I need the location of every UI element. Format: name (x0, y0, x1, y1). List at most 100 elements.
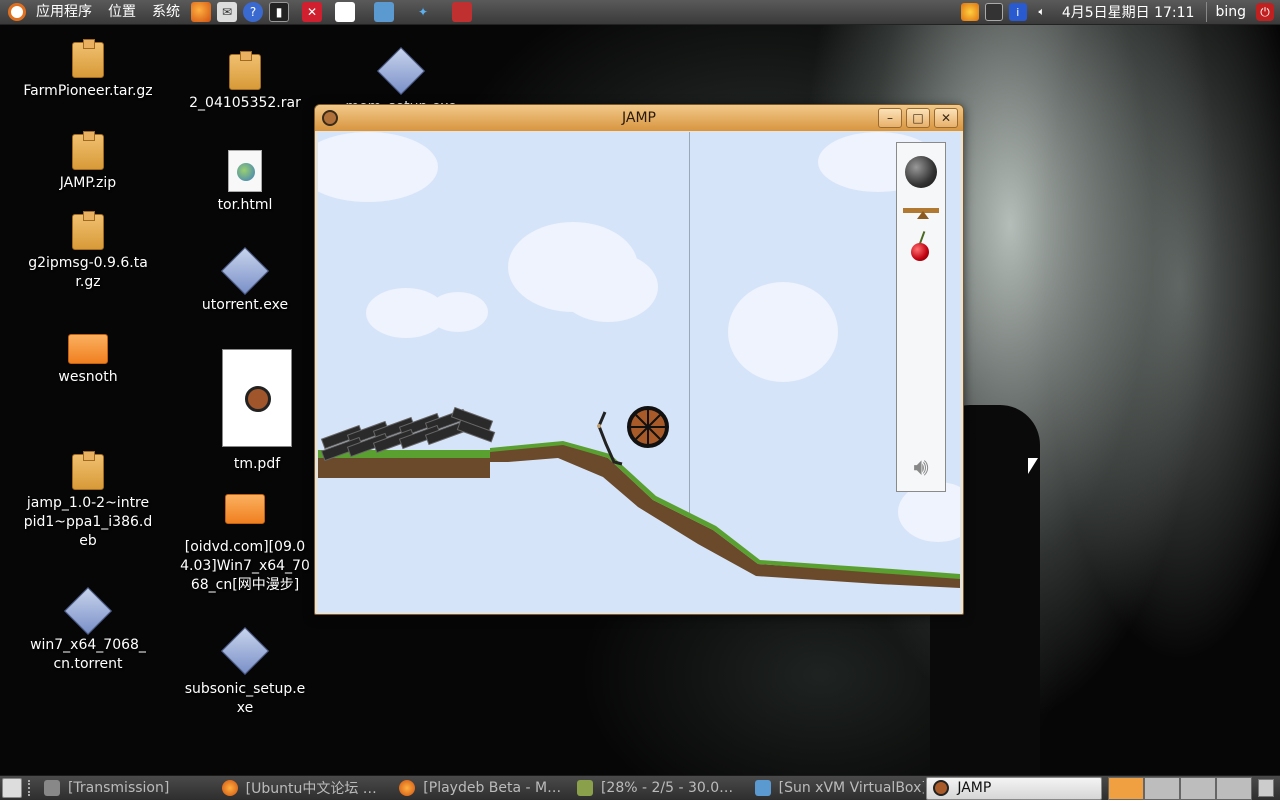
menu-system[interactable]: 系统 (144, 0, 188, 25)
package-icon (72, 131, 104, 170)
desktop-icon-label: JAMP.zip (59, 175, 117, 191)
app-launcher-icon[interactable]: ✕ (302, 2, 322, 22)
desktop-icon[interactable]: g2ipmsg-0.9.6.tar.gz (23, 211, 153, 292)
package-icon (72, 451, 104, 490)
download-icon (576, 780, 593, 796)
task-label: [Sun xVM VirtualBox] (778, 780, 925, 796)
taskbar-item-download[interactable]: [28% - 2/5 - 30.0… (571, 777, 747, 800)
maximize-button[interactable]: □ (906, 108, 930, 128)
clock[interactable]: 4月5日星期日 17:11 (1054, 2, 1203, 22)
desktop-icon-label: wesnoth (58, 369, 118, 385)
desktop-icon[interactable]: wesnoth (23, 334, 153, 387)
desktop-icon-label: jamp_1.0-2~intrepid1~ppa1_i386.deb (23, 495, 153, 549)
task-label: [Playdeb Beta - M… (423, 780, 562, 796)
mail-launcher-icon[interactable]: ✉ (217, 2, 237, 22)
minimize-button[interactable]: – (878, 108, 902, 128)
desktop-icon[interactable]: JAMP.zip (23, 131, 153, 193)
virtualbox-launcher-icon[interactable] (374, 2, 394, 22)
terrain (318, 406, 960, 612)
desktop-icon[interactable]: tm.pdf (192, 349, 322, 474)
package-icon (72, 39, 104, 78)
top-panel: 应用程序 位置 系统 ✉ ? ▮ ✕ ✦ i 🔈︎ 4月5日星期日 17:11 … (0, 0, 1280, 25)
update-notifier-icon[interactable] (960, 3, 979, 21)
help-launcher-icon[interactable]: ? (243, 2, 263, 22)
workspace-2[interactable] (1144, 776, 1180, 800)
ubuntu-logo-icon[interactable] (8, 3, 26, 21)
desktop-icon-label: win7_x64_7068_cn.torrent (30, 637, 146, 672)
html-file-icon (228, 150, 262, 192)
desktop-icon[interactable]: [oidvd.com][09.04.03]Win7_x64_7068_cn[网中… (178, 494, 312, 595)
archive-icon (229, 51, 261, 90)
separator (1206, 2, 1208, 22)
network-launcher-icon[interactable]: ✦ (413, 2, 433, 22)
game-canvas[interactable]: 🔊︎ (318, 132, 960, 612)
cherry-icon[interactable] (911, 243, 929, 261)
notes-launcher-icon[interactable] (335, 2, 355, 22)
desktop-icon[interactable]: 2_04105352.rar (180, 51, 310, 113)
window-title: JAMP (622, 110, 656, 126)
show-desktop-button[interactable] (2, 778, 22, 798)
task-label: [Ubuntu中文论坛 … (245, 781, 377, 797)
power-icon[interactable]: ⏻ (1256, 3, 1274, 21)
workspace-4[interactable] (1216, 776, 1252, 800)
desktop-icon-label: subsonic_setup.exe (184, 681, 306, 716)
workspace-1[interactable] (1108, 776, 1144, 800)
firefox-icon (221, 780, 238, 796)
workspace-3[interactable] (1180, 776, 1216, 800)
bowling-ball-icon[interactable] (905, 156, 937, 188)
desktop-icon[interactable]: win7_x64_7068_cn.torrent (23, 586, 153, 674)
package-icon (72, 211, 104, 250)
exe-file-icon (220, 246, 270, 296)
bottom-panel: [Transmission] [Ubuntu中文论坛 … [Playdeb Be… (0, 775, 1280, 800)
firefox-launcher-icon[interactable] (191, 2, 211, 22)
desktop-icon-label: [oidvd.com][09.04.03]Win7_x64_7068_cn[网中… (180, 539, 310, 593)
jamp-window: JAMP – □ ✕ 🔊︎ (314, 104, 964, 615)
object-toolbox: 🔊︎ (896, 142, 946, 492)
close-button[interactable]: ✕ (934, 108, 958, 128)
task-label: JAMP (957, 780, 992, 796)
pdf-thumbnail-icon (222, 349, 292, 447)
network-status-icon[interactable] (984, 3, 1003, 21)
desktop-icon-label: FarmPioneer.tar.gz (23, 83, 153, 99)
torrent-file-icon (63, 586, 113, 636)
desktop-icon-label: tor.html (217, 197, 273, 213)
task-label: [Transmission] (67, 780, 170, 796)
taskbar-item-ubuntu-forum[interactable]: [Ubuntu中文论坛 … (216, 777, 392, 800)
terminal-launcher-icon[interactable]: ▮ (269, 2, 289, 22)
user-name[interactable]: bing (1211, 4, 1250, 20)
speaker-icon[interactable]: 🔊︎ (906, 453, 936, 481)
menu-applications[interactable]: 应用程序 (28, 0, 100, 25)
desktop-icon[interactable]: utorrent.exe (180, 246, 310, 315)
panel-tray: i 🔈︎ 4月5日星期日 17:11 bing ⏻ (958, 0, 1280, 25)
jamp-icon (933, 780, 950, 796)
exe-file-icon (376, 46, 426, 96)
wallpaper-figure-ear (982, 425, 998, 447)
window-titlebar[interactable]: JAMP – □ ✕ (315, 105, 963, 131)
taskbar-item-jamp[interactable]: JAMP (926, 776, 1102, 800)
panel-grip[interactable] (27, 780, 34, 796)
transmission-icon (43, 780, 60, 796)
desktop-icon[interactable]: subsonic_setup.exe (180, 626, 310, 718)
volume-icon[interactable]: 🔈︎ (1033, 3, 1051, 21)
info-icon[interactable]: i (1008, 3, 1027, 21)
taskbar-item-playdeb[interactable]: [Playdeb Beta - M… (393, 777, 569, 800)
taskbar-item-transmission[interactable]: [Transmission] (38, 777, 214, 800)
menu-places[interactable]: 位置 (100, 0, 144, 25)
desktop-icon-label: tm.pdf (233, 456, 281, 472)
folder-icon (68, 334, 108, 364)
tool-launcher-icon[interactable] (452, 2, 472, 22)
workspace-switcher (1108, 776, 1252, 800)
folder-icon (225, 494, 265, 524)
taskbar-item-virtualbox[interactable]: [Sun xVM VirtualBox] (749, 777, 925, 800)
exe-file-icon (220, 626, 270, 676)
desktop-icon[interactable]: FarmPioneer.tar.gz (23, 39, 153, 101)
virtualbox-icon (754, 780, 771, 796)
desktop-icon[interactable]: jamp_1.0-2~intrepid1~ppa1_i386.deb (23, 451, 153, 551)
task-label: [28% - 2/5 - 30.0… (600, 780, 734, 796)
desktop-icon-label: g2ipmsg-0.9.6.tar.gz (28, 255, 148, 290)
desktop-icon[interactable]: tor.html (180, 150, 310, 215)
trash-icon[interactable] (1258, 779, 1274, 797)
firefox-icon (399, 780, 416, 796)
desktop-icon-label: 2_04105352.rar (189, 95, 301, 111)
mouse-cursor (1028, 458, 1038, 474)
